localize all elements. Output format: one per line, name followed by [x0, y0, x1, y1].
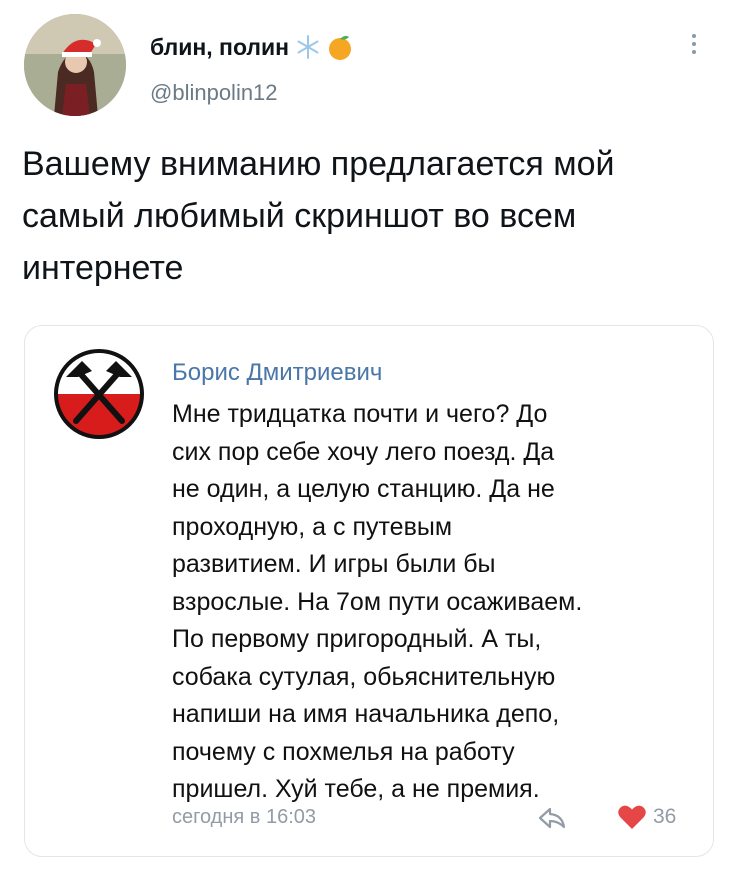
tangerine-icon: [329, 35, 352, 60]
comment-text: Мне тридцатка почти и чего? До сих пор с…: [172, 400, 583, 803]
heart-icon: [618, 805, 646, 829]
snowflake-icon: [297, 35, 319, 59]
like-count: 36: [653, 805, 677, 828]
tweet-text: Вашему вниманию предлагается мой самый л…: [22, 145, 615, 287]
author-handle[interactable]: @blinpolin12: [150, 80, 278, 106]
author-name[interactable]: блин, полин: [150, 33, 353, 61]
like-button[interactable]: 36: [617, 804, 676, 830]
author-name-text: блин, полин: [150, 33, 290, 60]
comment-timestamp: сегодня в 16:03: [172, 806, 316, 828]
comment-author[interactable]: Борис Дмитриевич: [172, 359, 382, 387]
crossed-hammers-icon: [54, 349, 144, 439]
author-avatar[interactable]: [24, 14, 126, 116]
avatar-photo: [24, 14, 126, 116]
more-vertical-icon[interactable]: [684, 30, 704, 60]
share-icon[interactable]: [536, 805, 568, 831]
